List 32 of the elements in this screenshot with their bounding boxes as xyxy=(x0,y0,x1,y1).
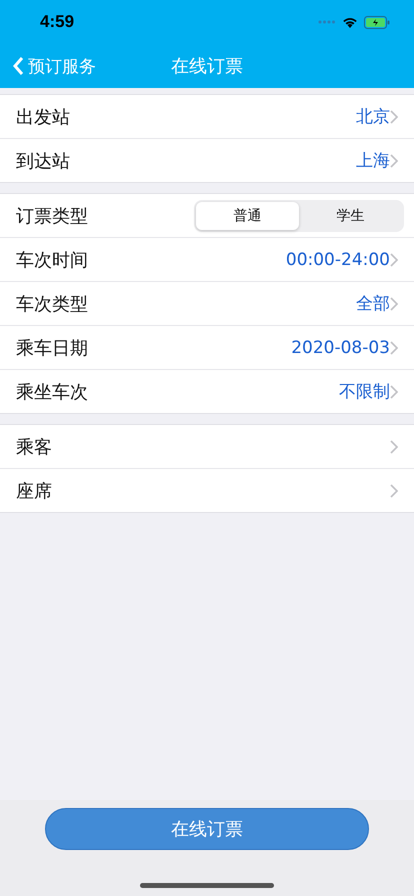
wifi-icon xyxy=(342,16,358,28)
chevron-icon xyxy=(390,484,398,498)
segment-option[interactable]: 普通 xyxy=(196,202,299,230)
row-value[interactable]: 北京 xyxy=(356,95,390,138)
row-label: 订票类型 xyxy=(16,204,89,228)
row-label: 乘坐车次 xyxy=(16,380,89,404)
segment-option[interactable]: 学生 xyxy=(299,202,402,230)
submit-button[interactable]: 在线订票 xyxy=(45,808,369,850)
signal-icon xyxy=(318,20,336,24)
row-value[interactable]: 00:00-24:00 xyxy=(286,238,390,281)
battery-icon xyxy=(364,16,390,28)
chevron-icon xyxy=(390,252,398,266)
row-label: 到达站 xyxy=(16,150,71,172)
chevron-icon xyxy=(390,296,398,310)
row-label: 乘车日期 xyxy=(16,336,89,360)
row-label: 座席 xyxy=(16,480,53,502)
row-label: 车次类型 xyxy=(16,292,89,316)
chevron-icon xyxy=(390,440,398,454)
chevron-icon xyxy=(390,340,398,354)
row-value[interactable]: 全部 xyxy=(356,282,390,325)
row-label: 出发站 xyxy=(16,106,71,128)
row-value[interactable]: 不限制 xyxy=(339,370,390,413)
row-label: 车次时间 xyxy=(16,248,89,272)
row-value[interactable]: 2020-08-03 xyxy=(291,326,390,369)
chevron-icon xyxy=(390,110,398,124)
row-value[interactable]: 上海 xyxy=(356,139,390,182)
chevron-icon xyxy=(390,154,398,168)
row-label: 乘客 xyxy=(16,436,53,458)
status-time: 4:59 xyxy=(40,12,74,32)
chevron-icon xyxy=(390,384,398,398)
nav-title: 在线订票 xyxy=(171,55,243,78)
chevron-icon xyxy=(12,56,24,76)
